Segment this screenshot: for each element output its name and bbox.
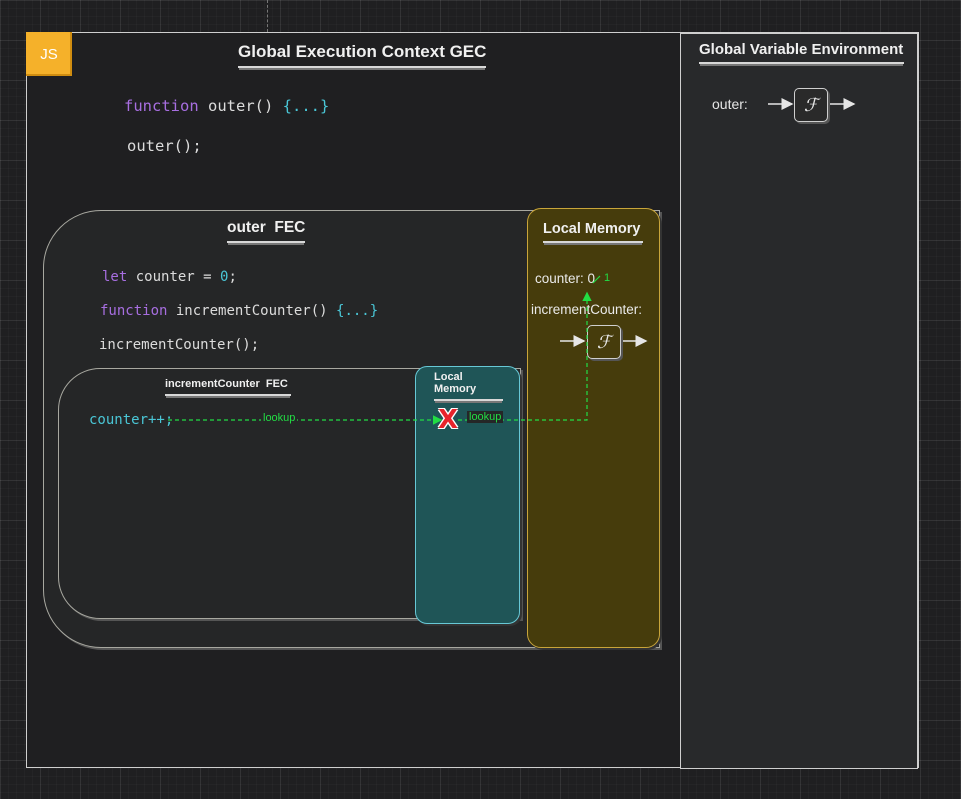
inc-local-memory bbox=[415, 366, 520, 624]
js-badge-label: JS bbox=[40, 45, 58, 63]
gve-title: Global Variable Environment bbox=[699, 41, 904, 64]
outer-line1-rest: counter = bbox=[127, 269, 221, 285]
gve-outer-label: outer: bbox=[712, 96, 748, 112]
outer-code-line-3: incrementCounter(); bbox=[99, 337, 260, 353]
gec-keyword: function bbox=[124, 97, 199, 115]
inc-fec-title: incrementCounter FEC bbox=[165, 378, 291, 396]
counter-label: counter: 0 bbox=[535, 271, 596, 286]
lookup-label-1: lookup bbox=[261, 412, 298, 424]
guide-line bbox=[267, 0, 268, 32]
counter-new-value: 1 bbox=[604, 272, 611, 284]
outer-memory-title: Local Memory bbox=[543, 221, 643, 243]
outer-fec-title: outer FEC bbox=[227, 219, 306, 243]
outer-line2-rest: incrementCounter() bbox=[167, 303, 337, 319]
outer-memory-function-icon: ℱ bbox=[587, 325, 621, 359]
outer-line1-end: ; bbox=[228, 269, 237, 285]
inc-memory-title: Local Memory bbox=[434, 371, 503, 401]
outer-line2-body: {...} bbox=[336, 303, 379, 319]
outer-code-line-1: let counter = 0; bbox=[102, 269, 237, 285]
lookup-miss-icon: X bbox=[438, 405, 459, 435]
counter-increment-code: counter++; bbox=[89, 412, 174, 428]
outer-code-line-2: function incrementCounter() {...} bbox=[100, 303, 378, 319]
gve-function-icon: ℱ bbox=[794, 88, 828, 122]
gec-code-line-1: function outer() {...} bbox=[124, 97, 329, 115]
lookup-label-2: lookup bbox=[467, 411, 504, 423]
let-keyword: let bbox=[102, 269, 128, 285]
js-badge: JS bbox=[26, 32, 72, 76]
gec-fn-body: {...} bbox=[282, 97, 330, 115]
function-keyword: function bbox=[100, 303, 168, 319]
gec-fn-name: outer() bbox=[208, 97, 274, 115]
gve-panel bbox=[680, 33, 918, 769]
gec-code-line-2: outer(); bbox=[127, 137, 202, 155]
increment-counter-label: incrementCounter: bbox=[531, 302, 643, 317]
gec-title: Global Execution Context GEC bbox=[238, 42, 487, 68]
